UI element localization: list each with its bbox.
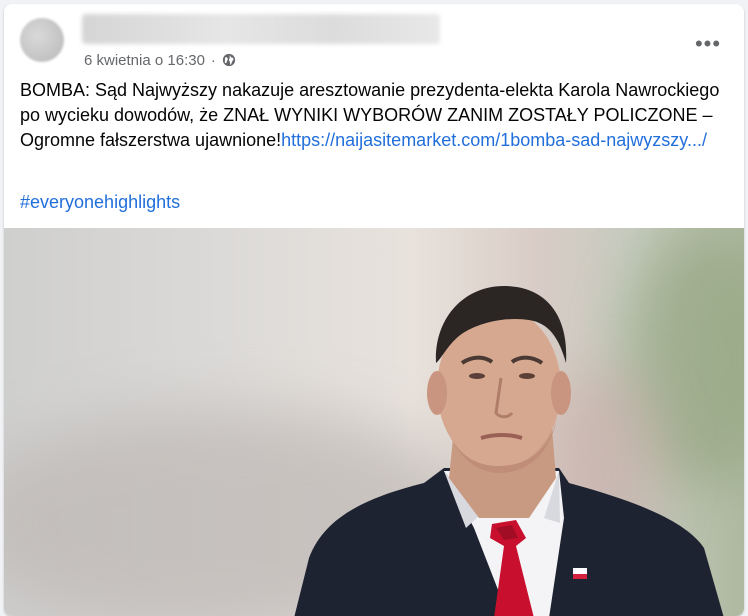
hashtag-link[interactable]: #everyonehighlights [20,190,180,215]
post-link[interactable]: https://naijasitemarket.com/1bomba-sad-n… [281,130,707,150]
meta-separator: · [210,51,216,69]
avatar[interactable] [20,18,64,62]
post-timestamp[interactable]: 6 kwietnia o 16:30 [84,52,205,69]
post-card: 6 kwietnia o 16:30 · ••• BOMBA: Sąd Najw… [4,4,744,616]
more-options-button[interactable]: ••• [690,31,726,56]
man-portrait [294,286,724,616]
author-name-redacted[interactable] [82,14,440,44]
post-body: BOMBA: Sąd Najwyższy nakazuje aresztowan… [20,78,732,153]
post-meta: 6 kwietnia o 16:30 · [84,50,236,70]
globe-icon[interactable] [222,53,236,67]
post-photo[interactable] [4,228,744,616]
